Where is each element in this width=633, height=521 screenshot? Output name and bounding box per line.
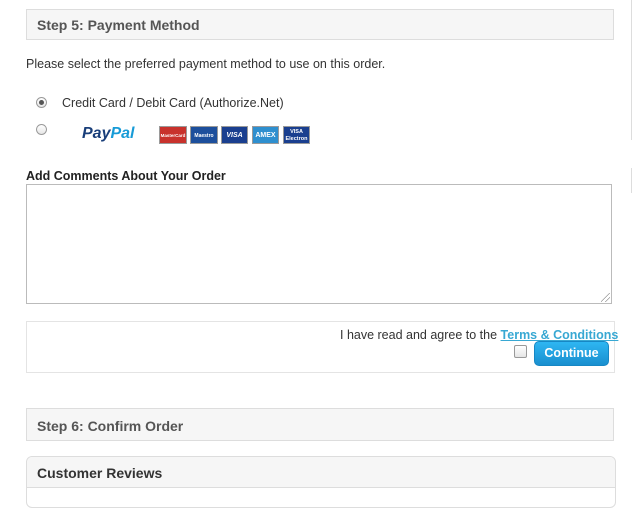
customer-reviews-panel: Customer Reviews (26, 456, 616, 508)
step6-title: Step 6: Confirm Order (37, 418, 184, 434)
maestro-icon: Maestro (190, 126, 218, 144)
comments-label: Add Comments About Your Order (26, 169, 226, 183)
agreement-label: I have read and agree to the (340, 328, 501, 342)
mastercard-icon: MasterCard (159, 126, 187, 144)
comments-textarea[interactable] (26, 184, 612, 304)
radio-credit-card[interactable] (36, 97, 47, 108)
resize-handle-icon[interactable] (601, 293, 610, 302)
reviews-header: Customer Reviews (27, 457, 615, 488)
reviews-title: Customer Reviews (37, 465, 163, 481)
payment-instruction: Please select the preferred payment meth… (26, 57, 386, 71)
radio-paypal[interactable] (36, 124, 47, 135)
paypal-logo-pay: Pay (82, 125, 111, 142)
continue-button[interactable]: Continue (534, 341, 609, 366)
amex-icon: AMEX (252, 126, 279, 144)
terms-conditions-link[interactable]: Terms & Conditions (501, 328, 619, 342)
right-edge-divider (631, 0, 632, 140)
paypal-logo: PayPal (82, 125, 134, 143)
paypal-logo-pal: Pal (110, 125, 135, 142)
visa-icon: VISA (221, 126, 248, 144)
right-edge-divider-lower (631, 168, 632, 193)
step5-title: Step 5: Payment Method (37, 17, 200, 33)
credit-card-label[interactable]: Credit Card / Debit Card (Authorize.Net) (62, 96, 284, 110)
agreement-text: I have read and agree to the Terms & Con… (340, 328, 618, 342)
visa-electron-icon: VISA Electron (283, 126, 310, 144)
step5-header: Step 5: Payment Method (26, 9, 614, 40)
agree-checkbox[interactable] (514, 345, 527, 358)
step6-header[interactable]: Step 6: Confirm Order (26, 408, 614, 441)
